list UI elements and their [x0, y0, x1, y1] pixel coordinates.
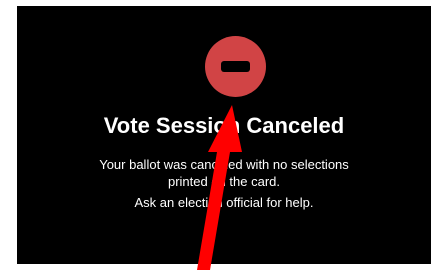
message-line-1: Your ballot was canceled with no selecti… — [99, 157, 349, 172]
help-text: Ask an election official for help. — [134, 195, 314, 210]
minus-bar — [221, 61, 250, 72]
dialog-message: Your ballot was canceled with no selecti… — [17, 156, 431, 211]
cancel-circle-icon — [205, 36, 266, 97]
dialog-title: Vote Session Canceled — [103, 113, 345, 138]
message-line-2: printed on the card. — [167, 174, 281, 189]
voting-screen: Vote Session Canceled Your ballot was ca… — [17, 6, 431, 264]
